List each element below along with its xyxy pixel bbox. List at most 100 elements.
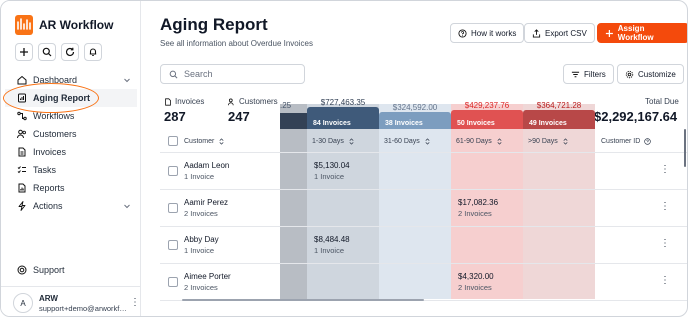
customer-column-header[interactable]: Customer: [184, 129, 225, 153]
bucket-header-1-30[interactable]: 1-30 Days: [312, 129, 355, 153]
sort-icon: [349, 137, 354, 145]
customer-invoice-count: 1 Invoice: [184, 246, 215, 255]
bucket-header-label: 1-30 Days: [312, 137, 344, 145]
amount-61-90[interactable]: $4,320.00: [458, 272, 494, 281]
amount-1-30-count: 1 Invoice: [314, 246, 345, 255]
sidebar-item-label: Customers: [33, 129, 77, 139]
bell-icon: [89, 48, 97, 57]
how-it-works-button[interactable]: How it works: [450, 23, 525, 43]
gear-icon: [625, 70, 634, 78]
amount-1-30-count: 1 Invoice: [314, 172, 345, 181]
row-checkbox[interactable]: [168, 277, 178, 287]
assign-workflow-label: Assign Workflow: [617, 24, 654, 42]
export-csv-button[interactable]: Export CSV: [524, 23, 595, 43]
amount-61-90-count: 2 Invoices: [458, 209, 492, 218]
customer-name[interactable]: Aimee Porter: [184, 272, 231, 281]
sidebar-item-workflows[interactable]: Workflows: [1, 107, 141, 125]
sidebar-item-reports[interactable]: Reports: [1, 179, 141, 197]
customer-invoice-count: 1 Invoice: [184, 172, 215, 181]
main-content: Aging Report See all information about O…: [142, 1, 687, 316]
table-row[interactable]: Abby Day 1 Invoice $8,484.48 1 Invoice ⋮: [160, 227, 687, 264]
table-row[interactable]: Aamir Perez 2 Invoices $17,082.36 2 Invo…: [160, 190, 687, 227]
customers-stat-label: Customers: [228, 97, 278, 106]
select-all-checkbox[interactable]: [168, 136, 178, 146]
sidebar-nav: Dashboard Aging Report Workflows Custome…: [1, 71, 141, 215]
customer-name[interactable]: Aamir Perez: [184, 198, 228, 207]
export-icon: [532, 28, 541, 38]
search-placeholder: Search: [184, 69, 213, 79]
amount-1-30[interactable]: $8,484.48: [314, 235, 350, 244]
users-icon: [228, 98, 234, 105]
quick-actions: [15, 43, 102, 61]
bucket-count: 38 Invoices: [379, 118, 451, 129]
search-icon: [169, 70, 178, 78]
brand[interactable]: AR Workflow: [15, 15, 113, 35]
add-button[interactable]: [15, 43, 33, 61]
sidebar-item-aging-report[interactable]: Aging Report: [5, 89, 137, 107]
search-input[interactable]: Search: [160, 64, 305, 84]
support-link[interactable]: Support: [17, 265, 65, 275]
bucket-bar: [451, 110, 523, 118]
bucket-header-61-90[interactable]: 61-90 Days: [456, 129, 503, 153]
sidebar-item-label: Dashboard: [33, 75, 78, 85]
bucket-count: 49 Invoices: [523, 118, 595, 129]
customer-id-header-label: Customer ID: [601, 137, 641, 145]
chevron-down-icon[interactable]: [123, 202, 131, 210]
amount-61-90[interactable]: $17,082.36: [458, 198, 498, 207]
more-vertical-icon[interactable]: ⋮: [660, 239, 670, 249]
assign-workflow-button[interactable]: Assign Workflow: [597, 23, 687, 43]
customer-name[interactable]: Abby Day: [184, 235, 219, 244]
page-title: Aging Report: [160, 15, 268, 34]
sidebar-item-label: Invoices: [33, 147, 67, 157]
bucket-header-90-plus[interactable]: >90 Days: [528, 129, 569, 153]
bucket-bar: [307, 107, 379, 118]
bucket-amount: .25: [280, 101, 292, 110]
select-all[interactable]: [168, 129, 178, 153]
sidebar-item-actions[interactable]: Actions: [1, 197, 141, 215]
table-row[interactable]: Aimee Porter 2 Invoices $4,320.00 2 Invo…: [160, 264, 687, 301]
customer-invoice-count: 2 Invoices: [184, 283, 218, 292]
sidebar-item-invoices[interactable]: Invoices: [1, 143, 141, 161]
row-checkbox[interactable]: [168, 166, 178, 176]
more-vertical-icon[interactable]: ⋮: [660, 165, 670, 175]
customer-id-column-header[interactable]: Customer ID: [601, 129, 652, 153]
more-vertical-icon[interactable]: ⋮: [660, 202, 670, 212]
bucket-amount: $727,463.35: [320, 98, 366, 107]
bucket-header-label: >90 Days: [528, 137, 558, 145]
app-window: AR Workflow Dashboard Aging Report Workf…: [0, 0, 688, 317]
support-label: Support: [33, 265, 65, 275]
table-row[interactable]: Aadam Leon 1 Invoice $5,130.04 1 Invoice…: [160, 153, 687, 190]
table-header: Customer 1-30 Days 31-60 Days 61-90 Days…: [160, 129, 687, 153]
more-vertical-icon[interactable]: ⋮: [130, 298, 140, 308]
row-checkbox[interactable]: [168, 203, 178, 213]
customer-header-label: Customer: [184, 137, 215, 145]
sidebar-item-customers[interactable]: Customers: [1, 125, 141, 143]
sidebar-item-dashboard[interactable]: Dashboard: [1, 71, 141, 89]
user-profile[interactable]: A ARW support+demo@arworkfl... ⋮: [1, 286, 141, 316]
sort-icon: [497, 137, 502, 145]
how-it-works-label: How it works: [471, 28, 517, 38]
search-icon: [42, 47, 52, 57]
refresh-button[interactable]: [61, 43, 79, 61]
help-circle-icon: [644, 137, 652, 145]
notifications-button[interactable]: [84, 43, 102, 61]
sidebar-item-label: Reports: [33, 183, 65, 193]
bucket-header-31-60[interactable]: 31-60 Days: [384, 129, 431, 153]
customer-name[interactable]: Aadam Leon: [184, 161, 229, 170]
chevron-down-icon[interactable]: [123, 76, 131, 84]
sidebar-item-tasks[interactable]: Tasks: [1, 161, 141, 179]
filter-icon: [571, 71, 580, 77]
plus-icon: [20, 48, 28, 56]
bucket-amount: $364,721.28: [536, 101, 582, 110]
row-checkbox[interactable]: [168, 240, 178, 250]
filters-button[interactable]: Filters: [563, 64, 614, 84]
customize-button[interactable]: Customize: [617, 64, 684, 84]
amount-61-90-count: 2 Invoices: [458, 283, 492, 292]
horizontal-scrollbar[interactable]: [182, 299, 424, 301]
sidebar-item-label: Aging Report: [33, 93, 90, 103]
search-button[interactable]: [38, 43, 56, 61]
sort-icon: [563, 137, 568, 145]
sort-icon: [425, 137, 430, 145]
more-vertical-icon[interactable]: ⋮: [660, 276, 670, 286]
amount-1-30[interactable]: $5,130.04: [314, 161, 350, 170]
